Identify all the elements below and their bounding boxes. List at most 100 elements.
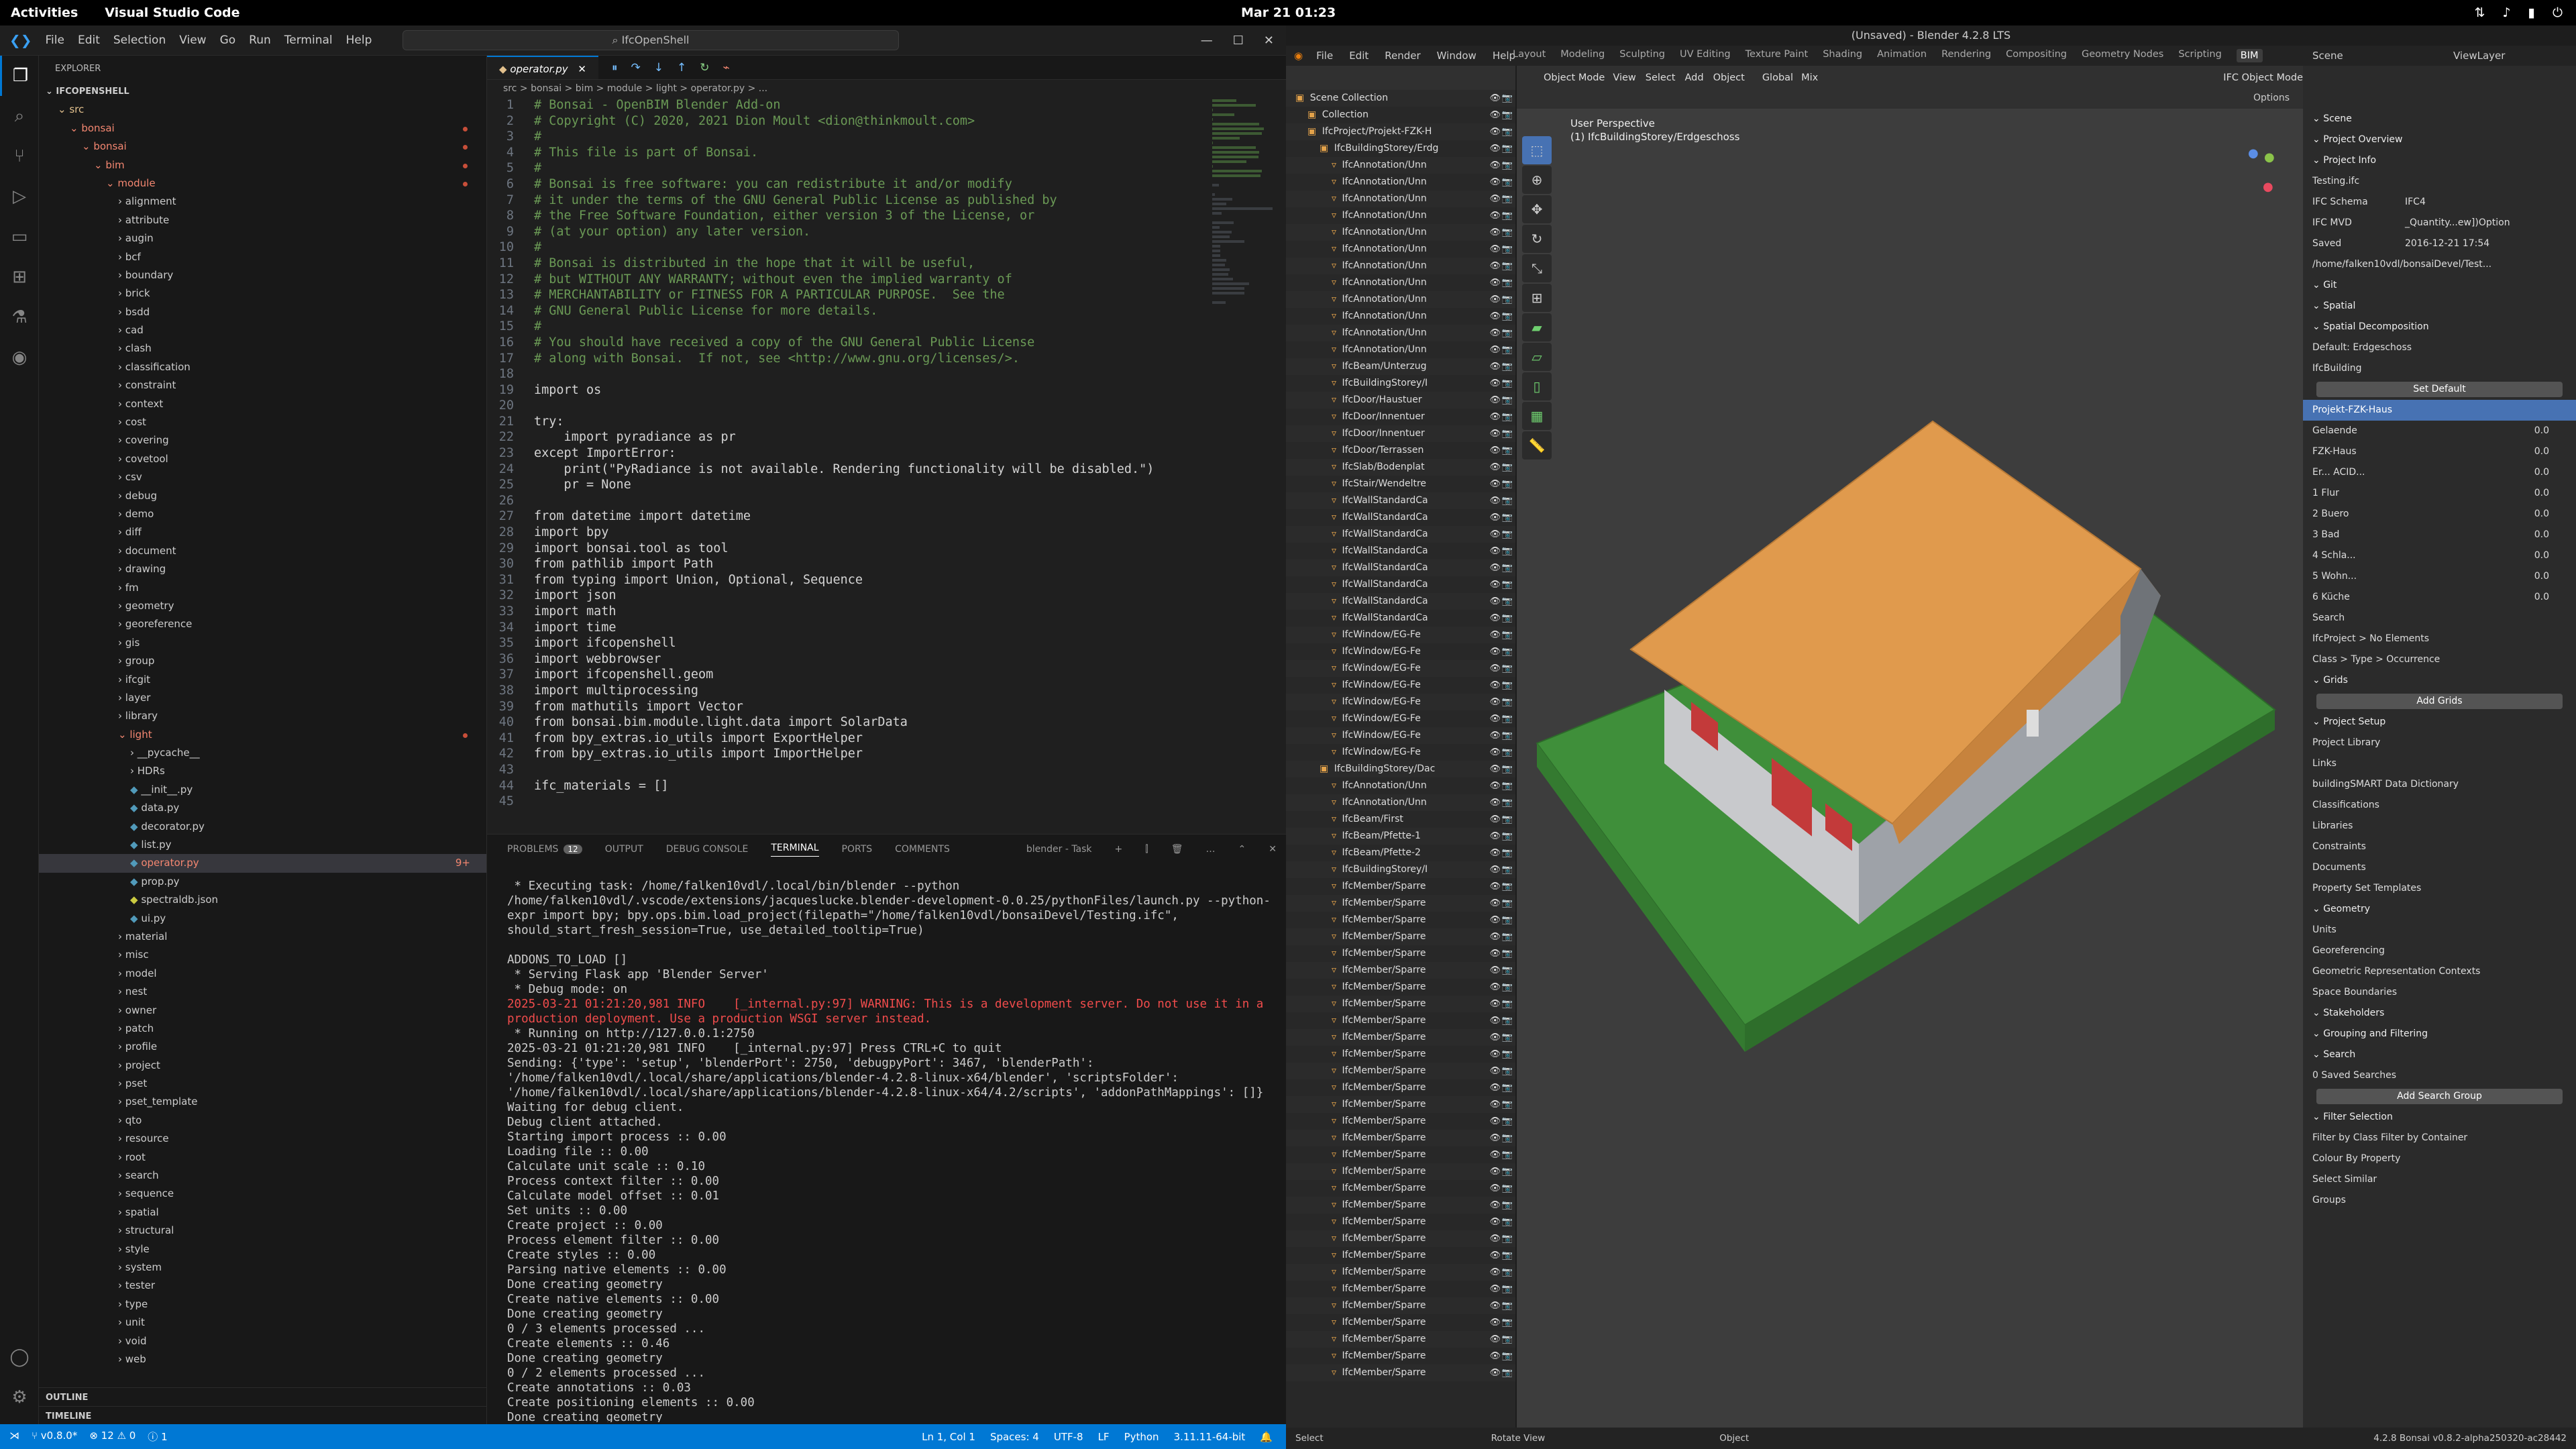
property-btn[interactable]: Add Grids <box>2303 691 2576 712</box>
visibility-eye-icon[interactable]: 👁 <box>1489 224 1501 241</box>
render-camera-icon[interactable]: 📷 <box>1502 543 1513 559</box>
outliner-item[interactable]: ▣ IfcProject/Projekt-FZK-H 👁 📷 <box>1286 123 1515 140</box>
render-camera-icon[interactable]: 📷 <box>1502 1130 1513 1146</box>
tree-item[interactable]: › spatial <box>39 1203 486 1222</box>
render-camera-icon[interactable]: 📷 <box>1502 811 1513 828</box>
property-sec[interactable]: ⌄ Git <box>2303 275 2576 296</box>
render-camera-icon[interactable]: 📷 <box>1502 643 1513 660</box>
outliner-item[interactable]: ▿ IfcSlab/Bodenplat 👁 📷 <box>1286 459 1515 476</box>
outliner-item[interactable]: ▿ IfcMember/Sparre 👁 📷 <box>1286 1281 1515 1297</box>
visibility-eye-icon[interactable]: 👁 <box>1489 1214 1501 1230</box>
tree-item[interactable]: › csv <box>39 468 486 486</box>
render-camera-icon[interactable]: 📷 <box>1502 1029 1513 1046</box>
outline-section[interactable]: OUTLINE <box>39 1387 486 1405</box>
render-camera-icon[interactable]: 📷 <box>1502 962 1513 979</box>
property-sec[interactable]: ⌄ Grouping and Filtering <box>2303 1024 2576 1044</box>
property-row[interactable]: IFC Schema IFC4 <box>2303 192 2576 213</box>
tree-item[interactable]: › type <box>39 1295 486 1313</box>
tree-item[interactable]: › gis <box>39 634 486 652</box>
tree-item[interactable]: › library <box>39 707 486 725</box>
render-camera-icon[interactable]: 📷 <box>1502 660 1513 677</box>
render-camera-icon[interactable]: 📷 <box>1502 1297 1513 1314</box>
property-sec[interactable]: ⌄ Scene <box>2303 109 2576 129</box>
outliner-item[interactable]: ▿ IfcDoor/Innentuer 👁 📷 <box>1286 425 1515 442</box>
step-out-icon[interactable]: ↑ <box>677 56 686 79</box>
property-row[interactable]: Classifications <box>2303 795 2576 816</box>
step-over-icon[interactable]: ↷ <box>631 56 640 79</box>
blender-menu-render[interactable]: Render <box>1385 50 1420 62</box>
tree-item[interactable]: › structural <box>39 1222 486 1240</box>
visibility-eye-icon[interactable]: 👁 <box>1489 258 1501 274</box>
property-row[interactable]: 1 Flur 0.0 <box>2303 483 2576 504</box>
add-terminal-icon[interactable]: + <box>1115 844 1123 855</box>
panel-tab-comments[interactable]: COMMENTS <box>895 844 950 855</box>
render-camera-icon[interactable]: 📷 <box>1502 274 1513 291</box>
outliner-item[interactable]: ▿ IfcMember/Sparre 👁 📷 <box>1286 1348 1515 1364</box>
pause-icon[interactable]: ⏸ <box>612 56 618 79</box>
render-camera-icon[interactable]: 📷 <box>1502 861 1513 878</box>
render-camera-icon[interactable]: 📷 <box>1502 610 1513 627</box>
outliner-item[interactable]: ▣ IfcBuildingStorey/Erdg 👁 📷 <box>1286 140 1515 157</box>
visibility-eye-icon[interactable]: 👁 <box>1489 777 1501 794</box>
tree-item[interactable]: › brick <box>39 284 486 303</box>
outliner-item[interactable]: ▿ IfcAnnotation/Unn 👁 📷 <box>1286 207 1515 224</box>
visibility-eye-icon[interactable]: 👁 <box>1489 744 1501 761</box>
visibility-eye-icon[interactable]: 👁 <box>1489 1029 1501 1046</box>
outliner-item[interactable]: ▿ IfcWallStandardCa 👁 📷 <box>1286 593 1515 610</box>
property-row[interactable]: Property Set Templates <box>2303 878 2576 899</box>
render-camera-icon[interactable]: 📷 <box>1502 476 1513 492</box>
visibility-eye-icon[interactable]: 👁 <box>1489 710 1501 727</box>
tree-item[interactable]: › profile <box>39 1038 486 1056</box>
menu-view[interactable]: View <box>179 34 206 47</box>
outliner-item[interactable]: ▿ IfcAnnotation/Unn 👁 📷 <box>1286 174 1515 191</box>
render-camera-icon[interactable]: 📷 <box>1502 744 1513 761</box>
cursor-position[interactable]: Ln 1, Col 1 <box>922 1431 975 1443</box>
system-tray[interactable]: ⇅ ♪ ▮ ⏻ <box>2474 5 2563 20</box>
visibility-eye-icon[interactable]: 👁 <box>1489 174 1501 191</box>
visibility-eye-icon[interactable]: 👁 <box>1489 593 1501 610</box>
render-camera-icon[interactable]: 📷 <box>1502 996 1513 1012</box>
outliner-item[interactable]: ▿ IfcMember/Sparre 👁 📷 <box>1286 878 1515 895</box>
outliner-item[interactable]: ▿ IfcWallStandardCa 👁 📷 <box>1286 526 1515 543</box>
property-row[interactable]: Gelaende 0.0 <box>2303 421 2576 441</box>
blender-menu-window[interactable]: Window <box>1437 50 1477 62</box>
tree-item[interactable]: › debug <box>39 487 486 505</box>
command-center-search[interactable]: ⌕ IfcOpenShell <box>402 30 899 50</box>
visibility-eye-icon[interactable]: 👁 <box>1489 291 1501 308</box>
visibility-eye-icon[interactable]: 👁 <box>1489 341 1501 358</box>
restart-icon[interactable]: ↻ <box>700 56 709 79</box>
visibility-eye-icon[interactable]: 👁 <box>1489 1230 1501 1247</box>
visibility-eye-icon[interactable]: 👁 <box>1489 677 1501 694</box>
render-camera-icon[interactable]: 📷 <box>1502 442 1513 459</box>
navigation-gizmo[interactable]: ● ● ● <box>2222 146 2283 207</box>
outliner-item[interactable]: ▿ IfcStair/Wendeltre 👁 📷 <box>1286 476 1515 492</box>
tree-item[interactable]: › pset_template <box>39 1093 486 1111</box>
outliner-item[interactable]: ▿ IfcMember/Sparre 👁 📷 <box>1286 1163 1515 1180</box>
outliner-item[interactable]: ▿ IfcBeam/Unterzug 👁 📷 <box>1286 358 1515 375</box>
render-camera-icon[interactable]: 📷 <box>1502 526 1513 543</box>
tree-item[interactable]: › covetool <box>39 450 486 468</box>
property-row[interactable]: 3 Bad 0.0 <box>2303 525 2576 545</box>
python-interpreter[interactable]: 3.11.11-64-bit <box>1174 1431 1246 1443</box>
menu-edit[interactable]: Edit <box>78 34 100 47</box>
tree-item[interactable]: › geometry <box>39 597 486 615</box>
outliner-item[interactable]: ▿ IfcMember/Sparre 👁 📷 <box>1286 912 1515 928</box>
render-camera-icon[interactable]: 📷 <box>1502 107 1513 123</box>
git-branch[interactable]: ⑂ v0.8.0* <box>32 1430 77 1444</box>
tree-item[interactable]: ⌄ bonsai <box>39 119 486 138</box>
tree-item[interactable]: › constraint <box>39 376 486 394</box>
tree-item[interactable]: › group <box>39 652 486 670</box>
outliner-item[interactable]: ▿ IfcWindow/EG-Fe 👁 📷 <box>1286 744 1515 761</box>
slab-tool-icon[interactable]: ▱ <box>1522 343 1552 371</box>
tree-item[interactable]: › ifcgit <box>39 671 486 689</box>
settings-gear-icon[interactable]: ⚙ <box>0 1377 39 1417</box>
language-mode[interactable]: Python <box>1124 1431 1159 1443</box>
tree-item[interactable]: › misc <box>39 946 486 964</box>
tree-item[interactable]: › drawing <box>39 560 486 578</box>
visibility-eye-icon[interactable]: 👁 <box>1489 1096 1501 1113</box>
remote-indicator-icon[interactable]: ⋊ <box>9 1430 19 1444</box>
outliner-item[interactable]: ▿ IfcAnnotation/Unn 👁 📷 <box>1286 325 1515 341</box>
render-camera-icon[interactable]: 📷 <box>1502 1314 1513 1331</box>
render-camera-icon[interactable]: 📷 <box>1502 828 1513 845</box>
visibility-eye-icon[interactable]: 👁 <box>1489 1012 1501 1029</box>
